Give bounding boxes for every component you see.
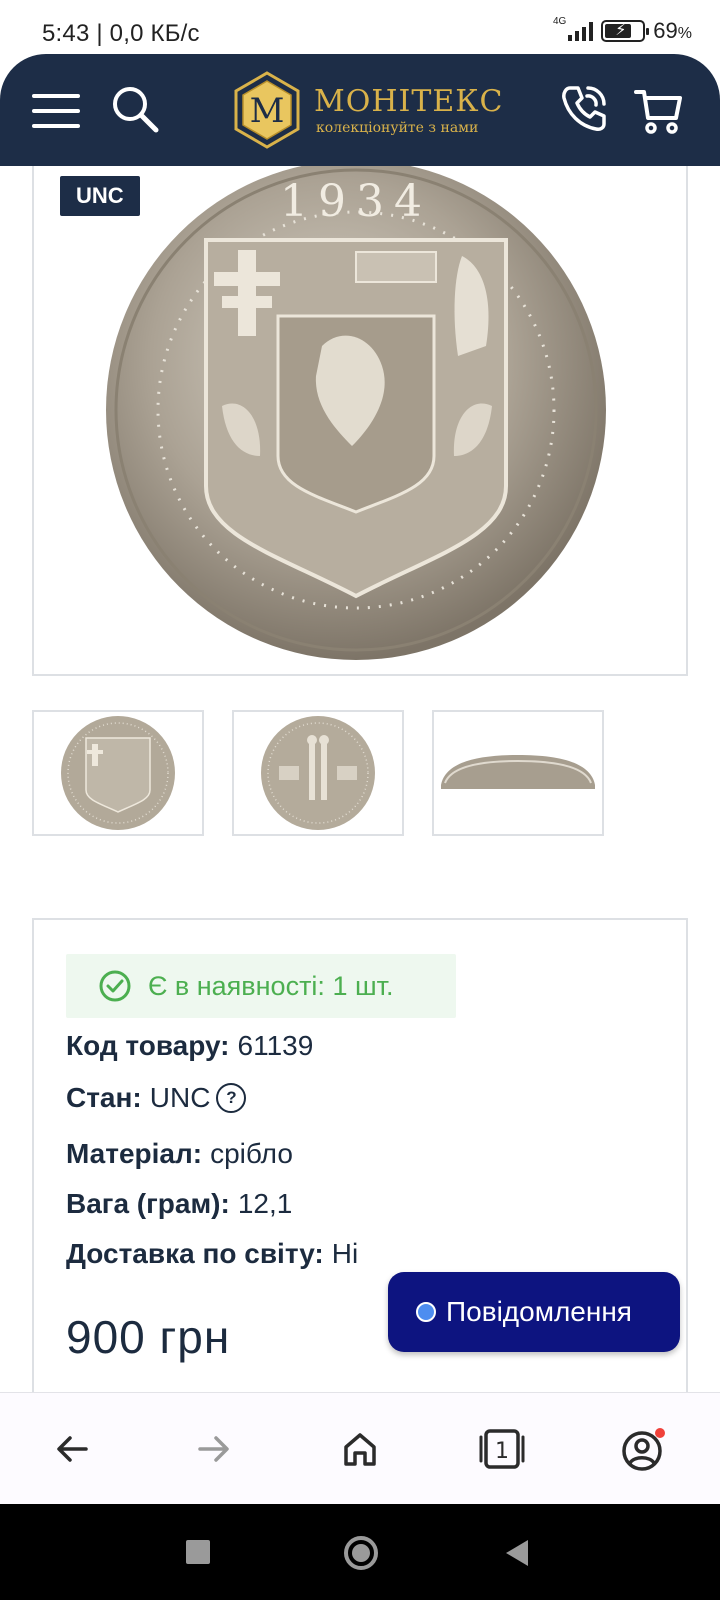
status-indicators: 4G ⚡ 69%	[552, 15, 692, 44]
detail-label: Доставка по світу:	[66, 1238, 324, 1269]
detail-value: UNC	[149, 1082, 211, 1113]
search-icon[interactable]	[110, 84, 162, 136]
product-price: 900 грн	[66, 1311, 231, 1363]
home-button[interactable]	[332, 1421, 388, 1477]
phone-icon[interactable]	[556, 80, 612, 136]
status-time: 5:43 | 0,0 КБ/с	[42, 20, 200, 47]
tabs-button[interactable]: 1	[474, 1421, 530, 1477]
detail-material: Матеріал: срібло	[66, 1138, 293, 1170]
thumbnail-strip	[32, 710, 688, 836]
check-circle-icon	[99, 970, 131, 1002]
thumbnail-reverse[interactable]	[232, 710, 404, 836]
condition-badge: UNC	[60, 176, 140, 216]
detail-shipping: Доставка по світу: Ні	[66, 1238, 358, 1270]
battery-level: 69%	[653, 18, 692, 43]
forward-button[interactable]	[186, 1421, 242, 1477]
thumbnail-edge[interactable]	[432, 710, 604, 836]
detail-value: Ні	[331, 1238, 359, 1269]
stock-text: Є в наявності: 1 шт.	[148, 970, 394, 1001]
network-type: 4G	[552, 15, 567, 27]
coin-obverse-image: 1934	[106, 166, 606, 660]
logo-tagline: колекціонуйте з нами	[316, 120, 479, 136]
detail-label: Матеріал:	[66, 1138, 203, 1169]
tabs-icon: 1	[479, 1429, 525, 1469]
menu-icon[interactable]	[32, 94, 80, 128]
browser-toolbar: 1	[0, 1392, 720, 1504]
logo-name: МОНІТЕКС	[314, 84, 504, 119]
system-nav-bar	[0, 1504, 720, 1600]
help-icon[interactable]: ?	[216, 1083, 247, 1113]
detail-sku: Код товару: 61139	[66, 1030, 313, 1062]
stock-status: Є в наявності: 1 шт.	[66, 954, 456, 1018]
back-arrow-icon	[57, 1436, 88, 1462]
signal-icon	[568, 21, 594, 41]
chat-label: Повідомлення	[446, 1296, 632, 1327]
site-header: M МОНІТЕКС колекціонуйте з нами	[0, 54, 720, 166]
account-icon	[622, 1428, 665, 1471]
chat-button[interactable]: Повідомлення	[388, 1272, 680, 1352]
detail-label: Стан:	[66, 1082, 142, 1113]
coin-obverse-thumb	[61, 716, 175, 830]
site-logo[interactable]: M МОНІТЕКС колекціонуйте з нами	[232, 70, 502, 150]
detail-value: 61139	[237, 1030, 314, 1061]
svg-text:1934: 1934	[280, 176, 432, 227]
logo-emblem-icon: M	[234, 71, 300, 149]
online-dot-icon	[416, 1302, 436, 1322]
account-button[interactable]	[616, 1421, 672, 1477]
cart-icon[interactable]	[634, 86, 684, 136]
recents-button[interactable]	[186, 1540, 210, 1564]
home-system-button[interactable]	[344, 1536, 378, 1570]
detail-value: 12,1	[237, 1188, 293, 1219]
detail-value: срібло	[210, 1138, 293, 1169]
detail-label: Код товару:	[66, 1030, 230, 1061]
back-button[interactable]	[44, 1421, 100, 1477]
svg-text:M: M	[250, 91, 285, 131]
battery-icon: ⚡	[601, 20, 650, 42]
thumbnail-obverse[interactable]	[32, 710, 204, 836]
detail-condition: Стан: UNC ?	[66, 1082, 247, 1114]
detail-weight: Вага (грам): 12,1	[66, 1188, 292, 1220]
back-system-icon[interactable]	[504, 1538, 530, 1568]
home-icon	[344, 1433, 376, 1466]
forward-arrow-icon	[198, 1436, 229, 1462]
svg-text:1: 1	[495, 1439, 509, 1464]
coin-reverse-thumb	[261, 716, 375, 830]
coin-edge-thumb	[441, 755, 595, 789]
product-main-image[interactable]: 1934 UNC	[32, 166, 688, 676]
detail-label: Вага (грам):	[66, 1188, 230, 1219]
screen: 5:43 | 0,0 КБ/с 4G ⚡ 69% M МОНІТЕКС коле…	[0, 0, 720, 1600]
